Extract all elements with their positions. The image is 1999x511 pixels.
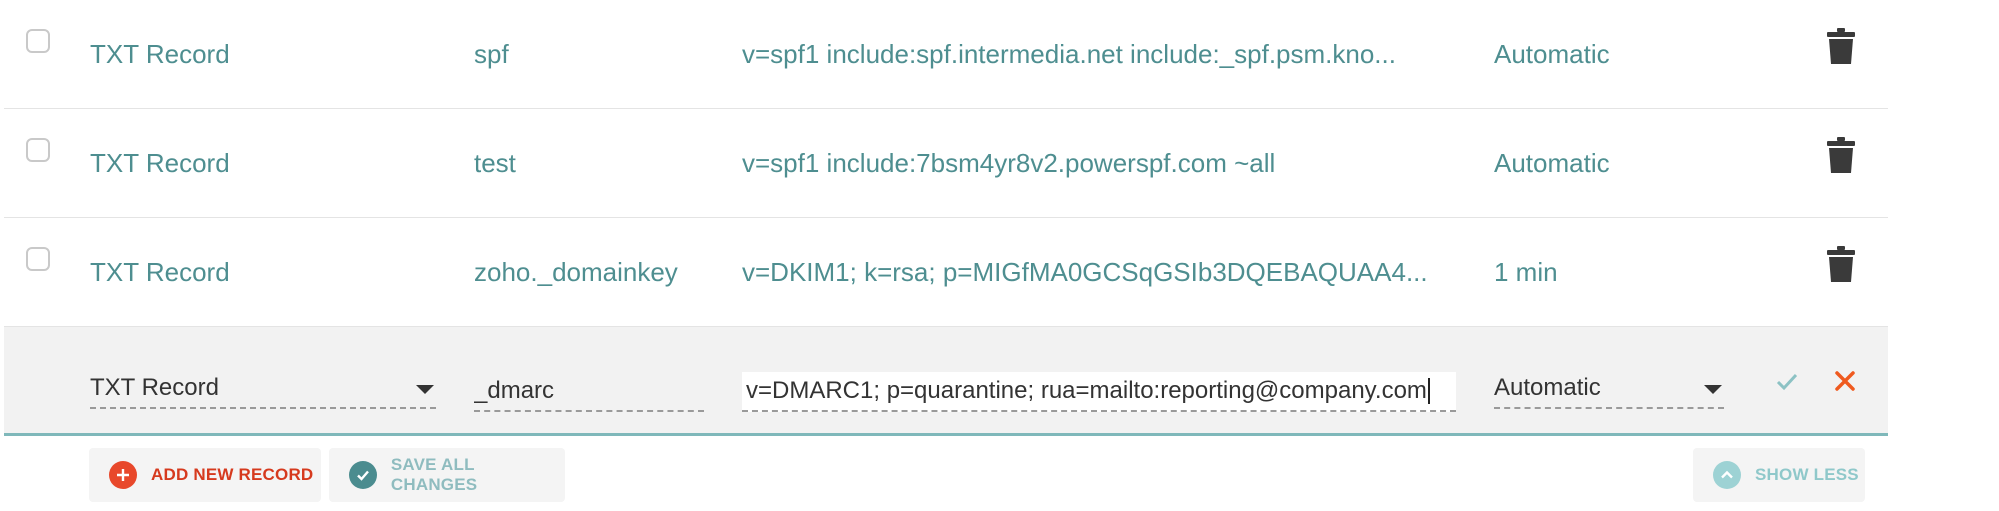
record-value: v=spf1 include:spf.intermedia.net includ… [742,0,1462,108]
row-checkbox[interactable] [26,138,50,162]
ttl-select-value: Automatic [1494,374,1601,401]
record-value-text: v=DKIM1; k=rsa; p=MIGfMA0GCSqGSIb3DQEBAQ… [742,256,1428,287]
record-value-text: v=spf1 include:7bsm4yr8v2.powerspf.com ~… [742,147,1276,178]
text-cursor [1427,378,1430,404]
check-icon[interactable] [1772,367,1802,397]
chevron-down-icon[interactable] [1704,385,1722,394]
record-type: TXT Record [90,38,230,69]
record-host: zoho._domainkey [474,256,678,287]
row-checkbox[interactable] [26,29,50,53]
host-input-value: _dmarc [474,377,555,404]
save-all-changes-button[interactable]: SAVE ALL CHANGES [329,448,565,502]
trash-icon[interactable] [1826,28,1856,64]
chevron-up-icon [1713,461,1741,489]
show-less-button[interactable]: SHOW LESS [1693,448,1865,502]
show-less-label: SHOW LESS [1755,465,1859,484]
chevron-down-icon[interactable] [416,385,434,394]
record-type: TXT Record [90,256,230,287]
table-row: TXT Record test v=spf1 include:7bsm4yr8v… [4,109,1888,218]
row-checkbox[interactable] [26,247,50,271]
record-type-value: TXT Record [90,374,219,401]
trash-icon[interactable] [1826,246,1856,282]
record-ttl: 1 min [1494,256,1558,287]
dns-records-table: TXT Record spf v=spf1 include:spf.interm… [4,0,1888,436]
record-ttl: Automatic [1494,147,1610,178]
record-host: test [474,147,516,178]
save-all-changes-label: SAVE ALL CHANGES [390,455,478,494]
record-value-text: v=spf1 include:spf.intermedia.net includ… [742,38,1396,69]
add-new-record-label: ADD NEW RECORD [151,465,314,484]
value-input[interactable]: v=DMARC1; p=quarantine; rua=mailto:repor… [742,372,1456,412]
add-new-record-button[interactable]: ADD NEW RECORD [89,448,321,502]
check-circle-icon [349,461,377,489]
record-type: TXT Record [90,147,230,178]
close-icon[interactable] [1830,366,1860,396]
table-row: TXT Record zoho._domainkey v=DKIM1; k=rs… [4,218,1888,327]
value-input-value: v=DMARC1; p=quarantine; rua=mailto:repor… [746,377,1427,404]
ttl-select[interactable]: Automatic [1494,369,1724,409]
table-row: TXT Record spf v=spf1 include:spf.interm… [4,0,1888,109]
host-input[interactable]: _dmarc [474,372,704,412]
record-host: spf [474,38,509,69]
edit-record-row: TXT Record _dmarc v=DMARC1; p=quarantine… [4,327,1888,436]
record-value: v=DKIM1; k=rsa; p=MIGfMA0GCSqGSIb3DQEBAQ… [742,218,1462,326]
record-type-select[interactable]: TXT Record [90,369,436,409]
record-ttl: Automatic [1494,38,1610,69]
record-value: v=spf1 include:7bsm4yr8v2.powerspf.com ~… [742,109,1462,217]
trash-icon[interactable] [1826,137,1856,173]
plus-icon [109,461,137,489]
